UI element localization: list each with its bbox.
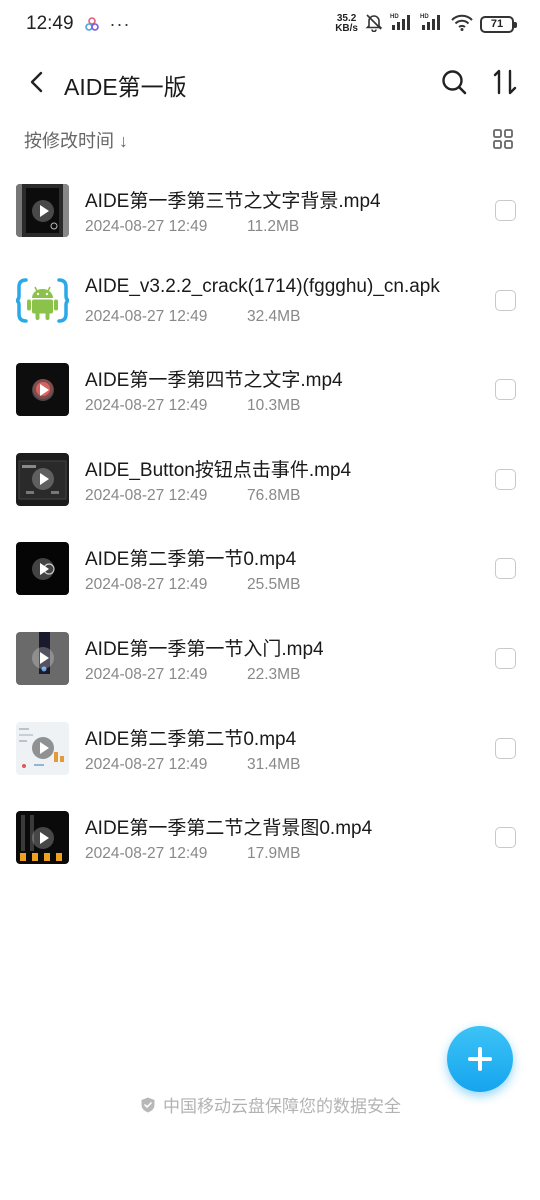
file-checkbox[interactable]: [495, 737, 516, 759]
file-list: AIDE第一季第三节之文字背景.mp4 2024-08-27 12:49 11.…: [0, 166, 540, 883]
status-bar-right: 35.2 KB/s HD HD 71: [335, 12, 517, 37]
apk-android-icon: [16, 274, 69, 327]
file-size: 11.2MB: [247, 218, 300, 235]
mute-bell-icon: [364, 12, 384, 37]
search-icon: [442, 70, 467, 95]
security-notice: 中国移动云盘保障您的数据安全: [139, 1092, 401, 1117]
add-button[interactable]: [447, 1026, 513, 1092]
security-notice-text: 中国移动云盘保障您的数据安全: [163, 1097, 401, 1116]
file-name: AIDE第一季第四节之文字.mp4: [85, 370, 343, 392]
wifi-icon: [450, 12, 474, 37]
video-thumbnail: [16, 452, 69, 506]
file-name: AIDE第二季第一节0.mp4: [85, 549, 297, 571]
video-thumbnail: [16, 811, 69, 865]
svg-text:HD: HD: [390, 14, 399, 20]
sort-order-button[interactable]: [490, 66, 520, 98]
file-name: AIDE_v3.2.2_crack(1714)(fggghu)_cn.apk: [85, 275, 440, 297]
status-bar: 12:49 ··· 35.2 KB/s HD HD 71: [0, 0, 540, 48]
file-date: 2024-08-27 12:49: [85, 486, 208, 504]
play-icon: [31, 378, 54, 401]
file-list-item[interactable]: AIDE第一季第一节入门.mp4 2024-08-27 12:49 22.3MB: [0, 614, 540, 704]
play-icon: [31, 737, 54, 760]
video-thumbnail: [16, 184, 69, 237]
battery-indicator: 71: [480, 15, 517, 33]
video-thumbnail: [16, 542, 69, 596]
play-icon: [31, 557, 54, 580]
play-icon: [31, 826, 54, 849]
file-list-item[interactable]: AIDE第一季第四节之文字.mp4 2024-08-27 12:49 10.3M…: [0, 345, 540, 435]
file-list-item[interactable]: AIDE_Button按钮点击事件.mp4 2024-08-27 12:49 7…: [0, 435, 540, 525]
file-name: AIDE第一季第二节之背景图0.mp4: [85, 818, 373, 840]
file-size: 76.8MB: [247, 486, 301, 504]
network-speed-unit: KB/s: [335, 23, 358, 34]
file-checkbox[interactable]: [495, 558, 516, 580]
file-checkbox[interactable]: [495, 289, 516, 311]
signal-hd-icon: HD: [390, 12, 414, 37]
file-checkbox[interactable]: [495, 200, 516, 221]
sort-arrows-icon: [493, 69, 517, 95]
file-name: AIDE_Button按钮点击事件.mp4: [85, 459, 352, 481]
file-checkbox[interactable]: [495, 647, 516, 669]
file-list-item[interactable]: AIDE第一季第二节之背景图0.mp4 2024-08-27 12:49 17.…: [0, 793, 540, 883]
play-icon: [31, 199, 54, 222]
file-size: 25.5MB: [247, 576, 301, 594]
app-header: AIDE第一版: [0, 56, 540, 108]
status-time: 12:49: [26, 13, 74, 34]
video-thumbnail: [16, 721, 69, 775]
file-size: 31.4MB: [247, 755, 301, 773]
network-speed: 35.2 KB/s: [335, 14, 358, 34]
sort-bar: 按修改时间 ↓: [0, 120, 540, 156]
file-checkbox[interactable]: [495, 827, 516, 849]
play-icon: [31, 468, 54, 491]
file-size: 32.4MB: [247, 307, 301, 325]
grid-view-button[interactable]: [492, 128, 514, 150]
file-checkbox[interactable]: [495, 379, 516, 401]
file-checkbox[interactable]: [495, 468, 516, 490]
app-notification-icon: [84, 16, 100, 32]
more-notifications-icon: ···: [109, 14, 131, 34]
file-date: 2024-08-27 12:49: [85, 665, 208, 683]
file-name: AIDE第一季第三节之文字背景.mp4: [85, 191, 381, 212]
video-thumbnail: [16, 363, 69, 417]
file-date: 2024-08-27 12:49: [85, 845, 208, 863]
grid-view-icon: [493, 129, 513, 149]
file-date: 2024-08-27 12:49: [85, 397, 208, 415]
svg-text:HD: HD: [420, 14, 429, 20]
security-footer: 中国移动云盘保障您的数据安全: [0, 1092, 540, 1116]
back-arrow-icon: [30, 71, 43, 93]
file-size: 22.3MB: [247, 665, 301, 683]
page-title: AIDE第一版: [64, 74, 187, 100]
file-date: 2024-08-27 12:49: [85, 755, 208, 773]
file-list-item[interactable]: AIDE第二季第二节0.mp4 2024-08-27 12:49 31.4MB: [0, 704, 540, 794]
play-icon: [31, 647, 54, 670]
search-button[interactable]: [440, 68, 468, 96]
file-date: 2024-08-27 12:49: [85, 307, 208, 325]
back-button[interactable]: [24, 68, 52, 96]
shield-icon: [141, 1097, 155, 1112]
file-list-item[interactable]: AIDE_v3.2.2_crack(1714)(fggghu)_cn.apk 2…: [0, 256, 540, 346]
sort-by-modified-time[interactable]: 按修改时间 ↓: [24, 127, 128, 153]
file-size: 17.9MB: [247, 845, 301, 863]
file-size: 10.3MB: [247, 397, 301, 415]
file-name: AIDE第一季第一节入门.mp4: [85, 638, 324, 660]
status-bar-left: 12:49 ···: [26, 13, 131, 35]
file-list-item[interactable]: AIDE第二季第一节0.mp4 2024-08-27 12:49 25.5MB: [0, 524, 540, 614]
file-date: 2024-08-27 12:49: [85, 576, 208, 594]
file-date: 2024-08-27 12:49: [85, 218, 208, 235]
signal-hd-2-icon: HD: [420, 12, 444, 37]
file-list-item[interactable]: AIDE第一季第三节之文字背景.mp4 2024-08-27 12:49 11.…: [0, 166, 540, 256]
video-thumbnail: [16, 631, 69, 685]
file-name: AIDE第二季第二节0.mp4: [85, 728, 297, 750]
